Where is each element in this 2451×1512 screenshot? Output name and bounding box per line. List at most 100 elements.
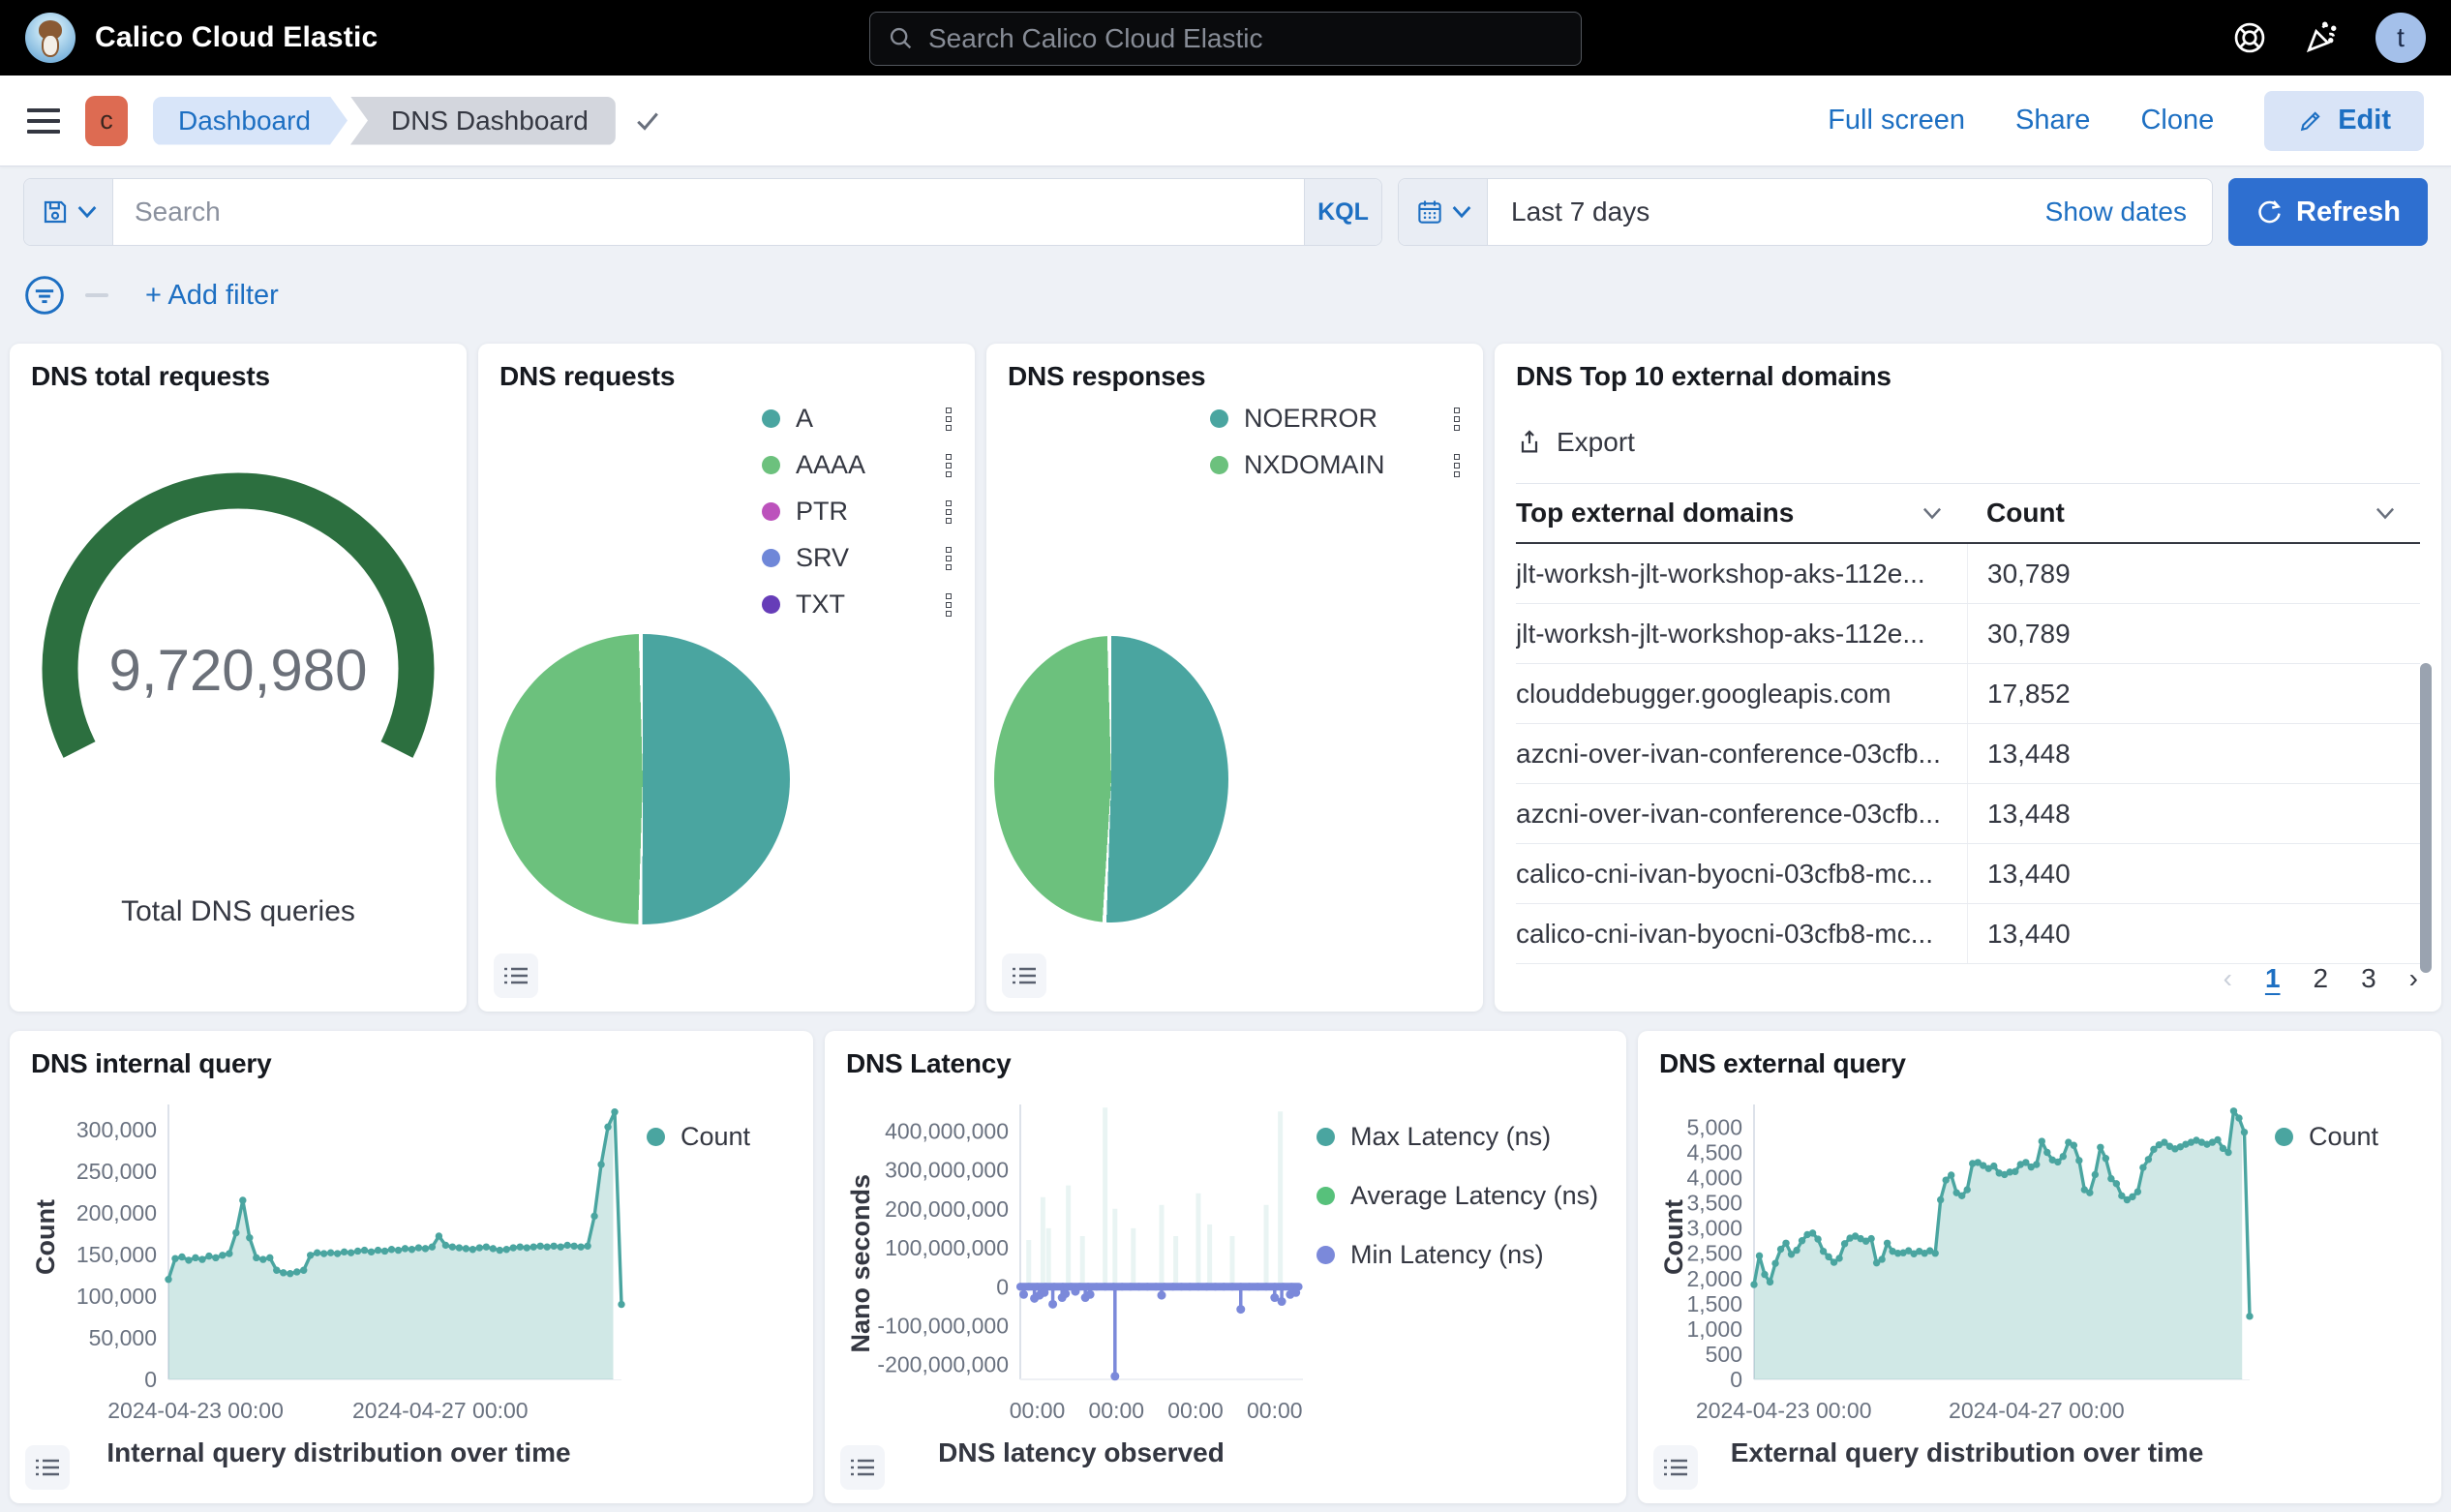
legend-swatch bbox=[1316, 1187, 1335, 1205]
brand: Calico Cloud Elastic bbox=[25, 13, 378, 63]
news-party-icon[interactable] bbox=[2304, 20, 2339, 55]
svg-text:0: 0 bbox=[144, 1367, 157, 1392]
legend-swatch bbox=[647, 1128, 665, 1146]
legend-item[interactable]: TXT bbox=[762, 590, 952, 620]
legend-toggle-button[interactable] bbox=[494, 953, 538, 998]
legend-item[interactable]: AAAA bbox=[762, 450, 952, 480]
table-row: calico-cni-ivan-byocni-03cfb8-mc...13,44… bbox=[1516, 844, 2420, 904]
help-icon[interactable] bbox=[2232, 20, 2267, 55]
legend-action-icon[interactable] bbox=[1454, 408, 1460, 431]
show-dates-button[interactable]: Show dates bbox=[2045, 197, 2212, 227]
panel-dns-latency: DNS Latency Nano seconds 400,000,000300,… bbox=[825, 1031, 1626, 1503]
filter-icon[interactable] bbox=[23, 274, 66, 317]
legend-action-icon[interactable] bbox=[946, 547, 952, 570]
legend-item[interactable]: Min Latency (ns) bbox=[1316, 1240, 1607, 1270]
page-button-3[interactable]: 3 bbox=[2361, 963, 2376, 994]
svg-text:100,000,000: 100,000,000 bbox=[885, 1235, 1009, 1260]
legend-toggle-button[interactable] bbox=[1002, 953, 1046, 998]
svg-text:00:00: 00:00 bbox=[1010, 1398, 1066, 1423]
domain-cell: azcni-over-ivan-conference-03cfb... bbox=[1516, 739, 1967, 770]
legend-item[interactable]: Count bbox=[647, 1122, 792, 1152]
svg-text:00:00: 00:00 bbox=[1088, 1398, 1144, 1423]
kql-search-input[interactable] bbox=[113, 179, 1304, 245]
legend-toggle-button[interactable] bbox=[25, 1445, 70, 1490]
legend-item[interactable]: NOERROR bbox=[1210, 404, 1460, 434]
legend-toggle-button[interactable] bbox=[840, 1445, 885, 1490]
page-button-1[interactable]: 1 bbox=[2265, 963, 2281, 994]
legend-label: Count bbox=[2309, 1122, 2378, 1152]
legend-action-icon[interactable] bbox=[1454, 454, 1460, 477]
svg-text:400,000,000: 400,000,000 bbox=[885, 1118, 1009, 1143]
legend-label: Average Latency (ns) bbox=[1350, 1181, 1598, 1211]
page-button-2[interactable]: 2 bbox=[2314, 963, 2329, 994]
svg-text:-200,000,000: -200,000,000 bbox=[877, 1352, 1009, 1377]
global-search-input[interactable] bbox=[928, 23, 1563, 54]
menu-hamburger-icon[interactable] bbox=[27, 108, 60, 134]
space-badge[interactable]: c bbox=[85, 96, 128, 146]
legend-toggle-button[interactable] bbox=[1653, 1445, 1698, 1490]
svg-text:00:00: 00:00 bbox=[1167, 1398, 1224, 1423]
column-header-domains[interactable]: Top external domains bbox=[1516, 498, 1967, 529]
prev-page-button[interactable]: ‹ bbox=[2224, 963, 2232, 994]
legend-action-icon[interactable] bbox=[946, 454, 952, 477]
save-icon bbox=[41, 197, 70, 227]
time-range-value[interactable]: Last 7 days bbox=[1488, 197, 1649, 227]
panel-dns-responses: DNS responses NOERRORNXDOMAIN bbox=[986, 344, 1483, 1012]
legend-swatch bbox=[1210, 409, 1228, 428]
legend-item[interactable]: Max Latency (ns) bbox=[1316, 1122, 1607, 1152]
legend-item[interactable]: Average Latency (ns) bbox=[1316, 1181, 1607, 1211]
y-axis-label: Count bbox=[1659, 1199, 1689, 1275]
kql-toggle[interactable]: KQL bbox=[1304, 179, 1381, 245]
share-button[interactable]: Share bbox=[2015, 105, 2090, 136]
next-page-button[interactable]: › bbox=[2409, 963, 2418, 994]
domain-cell: clouddebugger.googleapis.com bbox=[1516, 679, 1967, 710]
legend-label: Min Latency (ns) bbox=[1350, 1240, 1544, 1270]
legend-item[interactable]: Count bbox=[2275, 1122, 2420, 1152]
legend-item[interactable]: SRV bbox=[762, 543, 952, 573]
svg-text:50,000: 50,000 bbox=[89, 1325, 157, 1350]
export-button[interactable]: Export bbox=[1516, 427, 2420, 458]
legend-action-icon[interactable] bbox=[946, 408, 952, 431]
navigation-bar: c Dashboard DNS Dashboard Full screen Sh… bbox=[0, 76, 2451, 166]
svg-text:2024-04-27 00:00: 2024-04-27 00:00 bbox=[1949, 1398, 2125, 1423]
legend-action-icon[interactable] bbox=[946, 500, 952, 524]
date-menu[interactable] bbox=[1399, 179, 1488, 245]
svg-text:200,000: 200,000 bbox=[76, 1200, 157, 1225]
clone-button[interactable]: Clone bbox=[2140, 105, 2214, 136]
table-scrollbar[interactable] bbox=[2420, 663, 2432, 973]
saved-query-menu[interactable] bbox=[24, 179, 113, 245]
list-icon bbox=[850, 1457, 875, 1478]
table-row: clouddebugger.googleapis.com17,852 bbox=[1516, 664, 2420, 724]
latency-chart: 400,000,000300,000,000200,000,000100,000… bbox=[846, 1093, 1316, 1434]
external-query-chart: 5,0004,5004,0003,5003,0002,5002,0001,500… bbox=[1659, 1093, 2275, 1434]
table-row: jlt-worksh-jlt-workshop-aks-112e...30,78… bbox=[1516, 544, 2420, 604]
global-search[interactable] bbox=[869, 12, 1582, 66]
column-header-count[interactable]: Count bbox=[1967, 498, 2420, 529]
calendar-icon bbox=[1415, 197, 1444, 227]
breadcrumb-dashboard[interactable]: Dashboard bbox=[153, 97, 348, 145]
app-title: Calico Cloud Elastic bbox=[95, 21, 378, 54]
refresh-button[interactable]: Refresh bbox=[2228, 178, 2428, 246]
x-axis-title: DNS latency observed bbox=[846, 1437, 1316, 1468]
legend-swatch bbox=[762, 456, 780, 474]
panel-dns-internal-query: DNS internal query Count 300,000250,0002… bbox=[10, 1031, 813, 1503]
refresh-icon bbox=[2255, 198, 2283, 226]
full-screen-button[interactable]: Full screen bbox=[1828, 105, 1965, 136]
search-icon bbox=[888, 25, 915, 52]
domain-cell: calico-cni-ivan-byocni-03cfb8-mc... bbox=[1516, 919, 1967, 950]
edit-button[interactable]: Edit bbox=[2264, 91, 2424, 151]
legend-item[interactable]: PTR bbox=[762, 497, 952, 527]
svg-text:9,720,980: 9,720,980 bbox=[109, 638, 368, 703]
add-filter-button[interactable]: + Add filter bbox=[145, 280, 279, 312]
x-axis-title: External query distribution over time bbox=[1659, 1437, 2275, 1468]
legend-item[interactable]: NXDOMAIN bbox=[1210, 450, 1460, 480]
legend-item[interactable]: A bbox=[762, 404, 952, 434]
svg-text:3,500: 3,500 bbox=[1686, 1191, 1742, 1216]
user-avatar[interactable]: t bbox=[2375, 13, 2426, 63]
breadcrumb: Dashboard DNS Dashboard bbox=[153, 97, 662, 145]
gauge-chart: 9,720,980 bbox=[31, 442, 445, 834]
legend-swatch bbox=[1316, 1246, 1335, 1264]
chevron-down-icon bbox=[1452, 205, 1471, 219]
legend-swatch bbox=[762, 549, 780, 567]
legend-action-icon[interactable] bbox=[946, 593, 952, 617]
